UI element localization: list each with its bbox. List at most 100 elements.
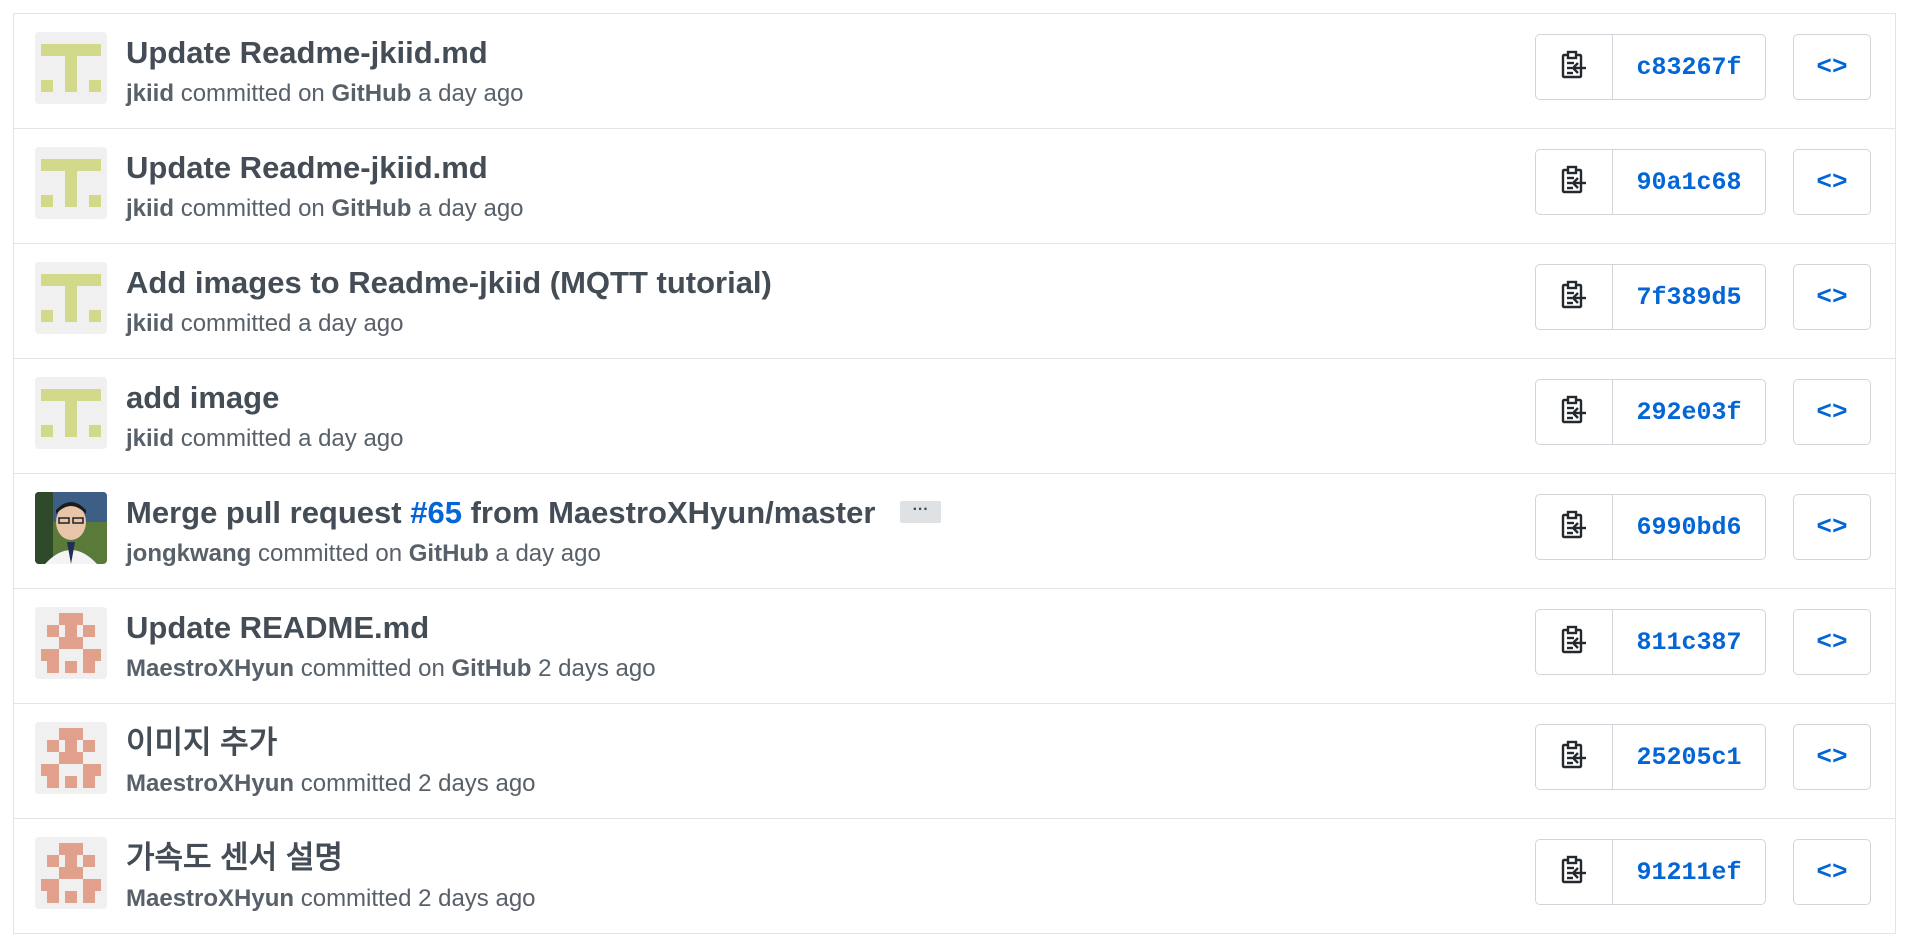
copy-sha-button[interactable]: [1536, 610, 1613, 674]
commit-title[interactable]: Add images to Readme-jkiid (MQTT tutoria…: [126, 265, 772, 301]
author-avatar[interactable]: [35, 492, 107, 564]
copy-sha-button[interactable]: [1536, 725, 1613, 789]
commit-title[interactable]: 이미지 추가: [126, 725, 277, 761]
commit-time: a day ago: [495, 540, 601, 567]
commit-time: a day ago: [298, 425, 404, 452]
commit-sha-group: c83267f: [1535, 34, 1766, 100]
commit-title[interactable]: Update Readme-jkiid.md: [126, 150, 488, 186]
commit-author[interactable]: jongkwang: [126, 540, 251, 567]
copy-sha-button[interactable]: [1536, 840, 1613, 904]
author-avatar[interactable]: [35, 722, 107, 794]
commit-time: 2 days ago: [418, 885, 536, 912]
clippy-icon: [1560, 855, 1588, 890]
clippy-icon: [1560, 740, 1588, 775]
author-avatar[interactable]: [35, 377, 107, 449]
clippy-icon: [1560, 395, 1588, 430]
commit-sha-link[interactable]: 811c387: [1613, 610, 1765, 674]
commit-meta: MaestroXHyun committed on GitHub 2 days …: [126, 655, 656, 683]
commit-author[interactable]: MaestroXHyun: [126, 770, 294, 797]
committed-label: committed: [180, 195, 292, 222]
commit-sha-group: 6990bd6: [1535, 494, 1766, 560]
commit-list: Update Readme-jkiid.md jkiid committed o…: [13, 13, 1896, 934]
commit-meta: jongkwang committed on GitHub a day ago: [126, 540, 601, 568]
commit-title-suffix[interactable]: from MaestroXHyun/master: [471, 495, 876, 530]
commit-sha-link[interactable]: c83267f: [1613, 35, 1765, 99]
commit-meta: jkiid committed on GitHub a day ago: [126, 195, 524, 223]
commit-title[interactable]: add image: [126, 380, 279, 416]
author-avatar[interactable]: [35, 32, 107, 104]
commit-sha-group: 25205c1: [1535, 724, 1766, 790]
commit-sha-link[interactable]: 90a1c68: [1613, 150, 1765, 214]
commit-meta: MaestroXHyun committed 2 days ago: [126, 885, 536, 913]
commit-sha-link[interactable]: 292e03f: [1613, 380, 1765, 444]
commit-meta: jkiid committed a day ago: [126, 310, 403, 338]
browse-repo-button[interactable]: <>: [1793, 724, 1871, 790]
via-label: on: [375, 540, 403, 567]
commit-row: Add images to Readme-jkiid (MQTT tutoria…: [14, 244, 1895, 359]
code-icon: <>: [1816, 857, 1848, 887]
author-avatar[interactable]: [35, 607, 107, 679]
browse-repo-button[interactable]: <>: [1793, 264, 1871, 330]
copy-sha-button[interactable]: [1536, 35, 1613, 99]
browse-repo-button[interactable]: <>: [1793, 34, 1871, 100]
commit-sha-group: 91211ef: [1535, 839, 1766, 905]
expand-message-button[interactable]: ···: [900, 500, 942, 523]
commit-time: 2 days ago: [418, 770, 536, 797]
commit-sha-link[interactable]: 25205c1: [1613, 725, 1765, 789]
copy-sha-button[interactable]: [1536, 150, 1613, 214]
pull-request-link[interactable]: #65: [410, 495, 462, 530]
clippy-icon: [1560, 280, 1588, 315]
committer-name: GitHub: [408, 540, 489, 567]
clippy-icon: [1560, 625, 1588, 660]
commit-row: Update Readme-jkiid.md jkiid committed o…: [14, 129, 1895, 244]
browse-repo-button[interactable]: <>: [1793, 494, 1871, 560]
browse-repo-button[interactable]: <>: [1793, 609, 1871, 675]
committed-label: committed: [180, 425, 292, 452]
commit-time: a day ago: [418, 195, 524, 222]
commit-row: 이미지 추가 MaestroXHyun committed 2 days ago…: [14, 704, 1895, 819]
commit-author[interactable]: jkiid: [126, 310, 174, 337]
commit-row: add image jkiid committed a day ago 292e…: [14, 359, 1895, 474]
commit-title[interactable]: 가속도 센서 설명: [126, 840, 343, 876]
commit-row: Update README.md MaestroXHyun committed …: [14, 589, 1895, 704]
commit-sha-link[interactable]: 91211ef: [1613, 840, 1765, 904]
committed-label: committed: [258, 540, 369, 567]
commit-row: Update Readme-jkiid.md jkiid committed o…: [14, 14, 1895, 129]
code-icon: <>: [1816, 742, 1848, 772]
commit-time: 2 days ago: [538, 655, 656, 682]
author-avatar[interactable]: [35, 262, 107, 334]
commit-title[interactable]: Update README.md: [126, 610, 429, 646]
commit-row: 가속도 센서 설명 MaestroXHyun committed 2 days …: [14, 819, 1895, 934]
commit-author[interactable]: MaestroXHyun: [126, 655, 294, 682]
committer-name: GitHub: [451, 655, 532, 682]
copy-sha-button[interactable]: [1536, 380, 1613, 444]
commit-sha-group: 90a1c68: [1535, 149, 1766, 215]
commit-sha-link[interactable]: 6990bd6: [1613, 495, 1765, 559]
via-label: on: [298, 195, 325, 222]
commit-author[interactable]: jkiid: [126, 425, 174, 452]
clippy-icon: [1560, 165, 1588, 200]
browse-repo-button[interactable]: <>: [1793, 149, 1871, 215]
commit-meta: MaestroXHyun committed 2 days ago: [126, 770, 536, 798]
author-avatar[interactable]: [35, 837, 107, 909]
commit-time: a day ago: [298, 310, 404, 337]
commit-meta: jkiid committed on GitHub a day ago: [126, 80, 524, 108]
committed-label: committed: [300, 770, 412, 797]
browse-repo-button[interactable]: <>: [1793, 379, 1871, 445]
commit-time: a day ago: [418, 80, 524, 107]
commit-author[interactable]: MaestroXHyun: [126, 885, 294, 912]
commit-sha-group: 292e03f: [1535, 379, 1766, 445]
code-icon: <>: [1816, 512, 1848, 542]
copy-sha-button[interactable]: [1536, 265, 1613, 329]
author-avatar[interactable]: [35, 147, 107, 219]
commit-title-prefix[interactable]: Merge pull request: [126, 495, 402, 530]
commit-title[interactable]: Update Readme-jkiid.md: [126, 35, 488, 71]
copy-sha-button[interactable]: [1536, 495, 1613, 559]
commit-author[interactable]: jkiid: [126, 80, 174, 107]
code-icon: <>: [1816, 627, 1848, 657]
code-icon: <>: [1816, 52, 1848, 82]
commit-author[interactable]: jkiid: [126, 195, 174, 222]
commit-sha-link[interactable]: 7f389d5: [1613, 265, 1765, 329]
browse-repo-button[interactable]: <>: [1793, 839, 1871, 905]
commit-meta: jkiid committed a day ago: [126, 425, 403, 453]
